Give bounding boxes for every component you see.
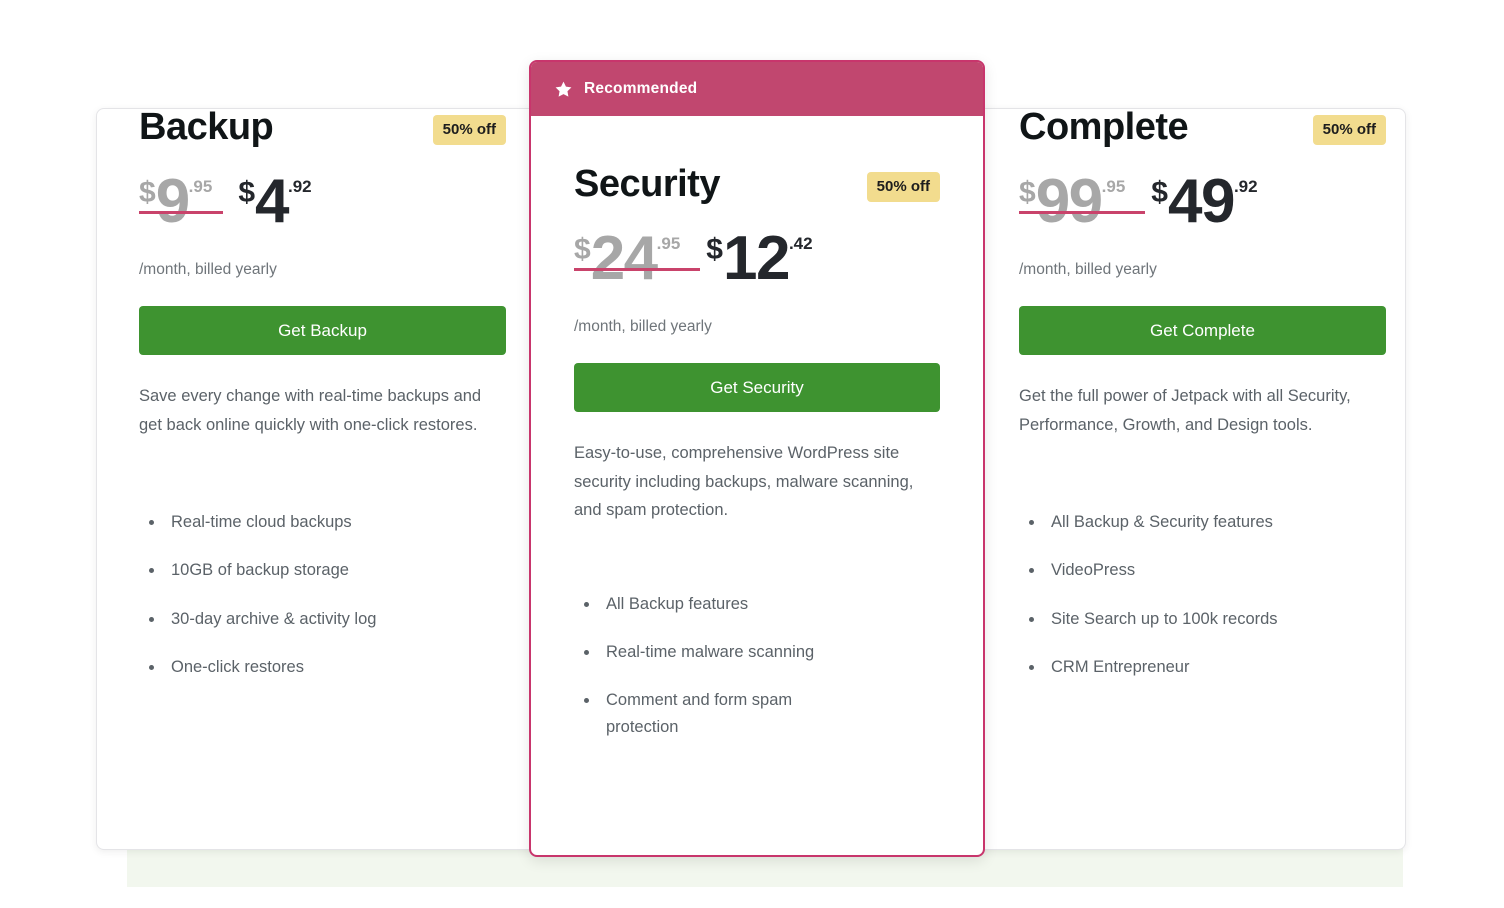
price-cents: .95	[188, 177, 213, 196]
list-item: Real-time malware scanning	[574, 639, 940, 665]
discounted-price: $ 12 .42	[706, 224, 813, 293]
billing-note: /month, billed yearly	[574, 318, 712, 335]
currency-symbol: $	[139, 176, 156, 209]
price-integer: 9	[155, 167, 190, 236]
discount-badge: 50% off	[1312, 115, 1386, 145]
plan-description: Easy-to-use, comprehensive WordPress sit…	[574, 444, 914, 520]
price-integer: 12	[722, 224, 790, 293]
currency-symbol: $	[706, 233, 723, 266]
plan-header: Backup 50% off	[139, 108, 506, 146]
currency-symbol: $	[574, 233, 591, 266]
strikethrough-line	[1019, 211, 1145, 214]
plan-title: Security	[574, 163, 720, 205]
discounted-price: $ 4 .92	[238, 167, 312, 236]
original-price: $ 9 .95	[139, 167, 223, 236]
price-integer: 24	[590, 224, 658, 293]
recommended-label: Recommended	[584, 80, 698, 97]
list-item: Real-time cloud backups	[139, 509, 506, 535]
currency-symbol: $	[1151, 176, 1168, 209]
list-item: Comment and form spam protection	[574, 687, 821, 740]
plan-body: Complete 50% off $ 99 .95 $ 49 .92 /mont…	[1019, 108, 1386, 681]
plan-description: Save every change with real-time backups…	[139, 387, 482, 434]
price-row: $ 9 .95 $ 4 .92	[139, 167, 506, 241]
plan-body: Security 50% off $ 24 .95 $ 12 .42 /mont…	[531, 116, 983, 740]
plan-body: Backup 50% off $ 9 .95 $ 4 .92 /month, b…	[139, 108, 506, 681]
original-price: $ 24 .95	[574, 224, 700, 293]
price-cents: .95	[1101, 177, 1126, 196]
strikethrough-line	[574, 268, 700, 271]
list-item: One-click restores	[139, 654, 506, 680]
price-integer: 99	[1035, 167, 1103, 236]
recommended-banner: Recommended	[531, 62, 983, 116]
get-security-button[interactable]: Get Security	[574, 363, 940, 412]
plan-title: Backup	[139, 106, 274, 148]
original-price: $ 99 .95	[1019, 167, 1145, 236]
price-row: $ 24 .95 $ 12 .42	[574, 224, 940, 298]
billing-note: /month, billed yearly	[1019, 261, 1157, 278]
billing-note: /month, billed yearly	[139, 261, 277, 278]
feature-list: All Backup & Security features VideoPres…	[1019, 509, 1386, 681]
price-cents: .95	[656, 234, 681, 253]
list-item: 30-day archive & activity log	[139, 606, 506, 632]
list-item: 10GB of backup storage	[139, 557, 506, 583]
price-integer: 49	[1167, 167, 1235, 236]
price-cents: .92	[1233, 177, 1258, 196]
list-item: CRM Entrepreneur	[1019, 654, 1386, 680]
discount-badge: 50% off	[866, 172, 940, 202]
currency-symbol: $	[238, 176, 255, 209]
pricing-card-complete[interactable]: Complete 50% off $ 99 .95 $ 49 .92 /mont…	[1019, 108, 1386, 850]
pricing-card-security[interactable]: Recommended Security 50% off $ 24 .95 $ …	[529, 60, 985, 857]
pricing-section: Backup 50% off $ 9 .95 $ 4 .92 /month, b…	[0, 0, 1504, 908]
discounted-price: $ 49 .92	[1151, 167, 1258, 236]
price-cents: .92	[287, 177, 312, 196]
discount-badge: 50% off	[432, 115, 506, 145]
plan-header: Security 50% off	[574, 165, 940, 203]
get-backup-button[interactable]: Get Backup	[139, 306, 506, 355]
price-cents: .42	[788, 234, 813, 253]
price-row: $ 99 .95 $ 49 .92	[1019, 167, 1386, 241]
currency-symbol: $	[1019, 176, 1036, 209]
feature-list: Real-time cloud backups 10GB of backup s…	[139, 509, 506, 681]
strikethrough-line	[139, 211, 223, 214]
plan-header: Complete 50% off	[1019, 108, 1386, 146]
list-item: VideoPress	[1019, 557, 1386, 583]
plan-description: Get the full power of Jetpack with all S…	[1019, 387, 1351, 434]
price-integer: 4	[255, 167, 289, 236]
list-item: All Backup features	[574, 591, 940, 617]
pricing-card-backup[interactable]: Backup 50% off $ 9 .95 $ 4 .92 /month, b…	[139, 108, 506, 850]
plan-title: Complete	[1019, 106, 1189, 148]
get-complete-button[interactable]: Get Complete	[1019, 306, 1386, 355]
list-item: Site Search up to 100k records	[1019, 606, 1386, 632]
list-item: All Backup & Security features	[1019, 509, 1386, 535]
star-icon	[555, 81, 572, 97]
feature-list: All Backup features Real-time malware sc…	[574, 591, 940, 741]
